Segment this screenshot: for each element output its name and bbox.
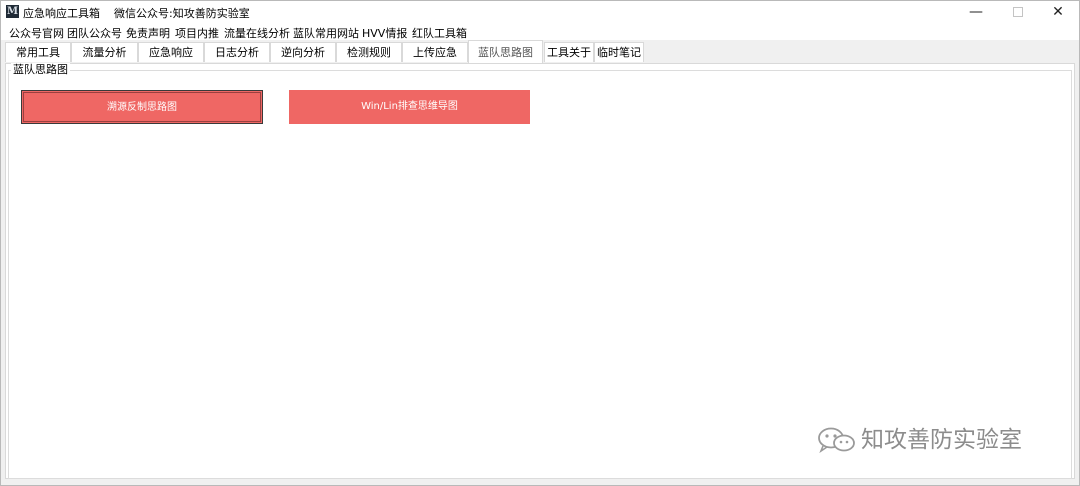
watermark-text: 知攻善防实验室	[861, 427, 1022, 453]
group-box	[8, 70, 1072, 479]
trace-countermeasure-map-button[interactable]: 溯源反制思路图	[21, 90, 263, 124]
tab-log-analysis[interactable]: 日志分析	[204, 42, 270, 62]
menu-official-site[interactable]: 公众号官网	[9, 25, 64, 41]
app-icon: M	[6, 5, 19, 18]
minimize-button[interactable]: —	[955, 1, 997, 23]
tab-tool-about[interactable]: 工具关于	[544, 42, 594, 62]
tab-temp-notes[interactable]: 临时笔记	[594, 42, 644, 62]
tab-traffic-analysis[interactable]: 流量分析	[71, 42, 138, 62]
menu-red-team-tools[interactable]: 红队工具箱	[412, 25, 467, 41]
tab-common-tools[interactable]: 常用工具	[5, 42, 71, 62]
maximize-button[interactable]	[997, 1, 1039, 23]
close-button[interactable]: ✕	[1037, 1, 1079, 23]
tab-upload-response[interactable]: 上传应急	[402, 42, 468, 62]
menu-disclaimer[interactable]: 免责声明	[126, 25, 170, 41]
menu-traffic-online[interactable]: 流量在线分析	[224, 25, 290, 41]
tab-blue-team-maps[interactable]: 蓝队思路图	[468, 40, 543, 63]
tab-incident-response[interactable]: 应急响应	[138, 42, 204, 62]
group-box-label: 蓝队思路图	[11, 63, 70, 76]
menu-team-account[interactable]: 团队公众号	[67, 25, 122, 41]
menu-job-referral[interactable]: 项目内推	[175, 25, 219, 41]
window-title: 应急响应工具箱 微信公众号:知攻善防实验室	[23, 7, 250, 20]
maximize-icon	[1013, 7, 1023, 17]
menu-bar: 公众号官网 团队公众号 免责声明 项目内推 流量在线分析 蓝队常用网站 HVV情…	[1, 23, 1079, 40]
winlin-investigation-map-button[interactable]: Win/Lin排查思维导图	[289, 90, 530, 124]
wechat-icon	[818, 427, 855, 453]
tab-reverse-analysis[interactable]: 逆向分析	[270, 42, 336, 62]
tab-strip: 常用工具 流量分析 应急响应 日志分析 逆向分析 检测规则 上传应急 蓝队思路图…	[1, 40, 1079, 63]
app-window: M 应急响应工具箱 微信公众号:知攻善防实验室 — ✕ 公众号官网 团队公众号 …	[0, 0, 1080, 486]
menu-hvv-intel[interactable]: HVV情报	[362, 25, 407, 41]
title-bar[interactable]: M 应急响应工具箱 微信公众号:知攻善防实验室 — ✕	[1, 1, 1079, 23]
tab-detection-rules[interactable]: 检测规则	[336, 42, 402, 62]
menu-blue-team-sites[interactable]: 蓝队常用网站	[293, 25, 359, 41]
